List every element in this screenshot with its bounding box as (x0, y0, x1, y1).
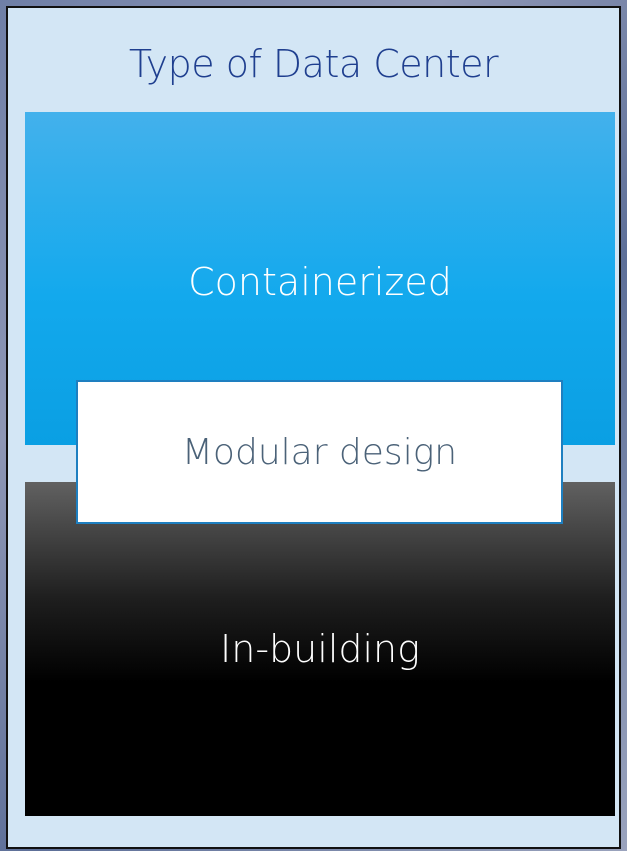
containerized-label: Containerized (188, 260, 452, 304)
in-building-label: In-building (220, 627, 420, 671)
in-building-block: In-building (25, 482, 615, 816)
diagram-title: Type of Data Center (128, 42, 499, 86)
modular-design-label: Modular design (181, 431, 458, 473)
modular-design-block: Modular design (76, 380, 563, 524)
diagram-panel: Type of Data Center Containerized In-bui… (6, 6, 621, 849)
